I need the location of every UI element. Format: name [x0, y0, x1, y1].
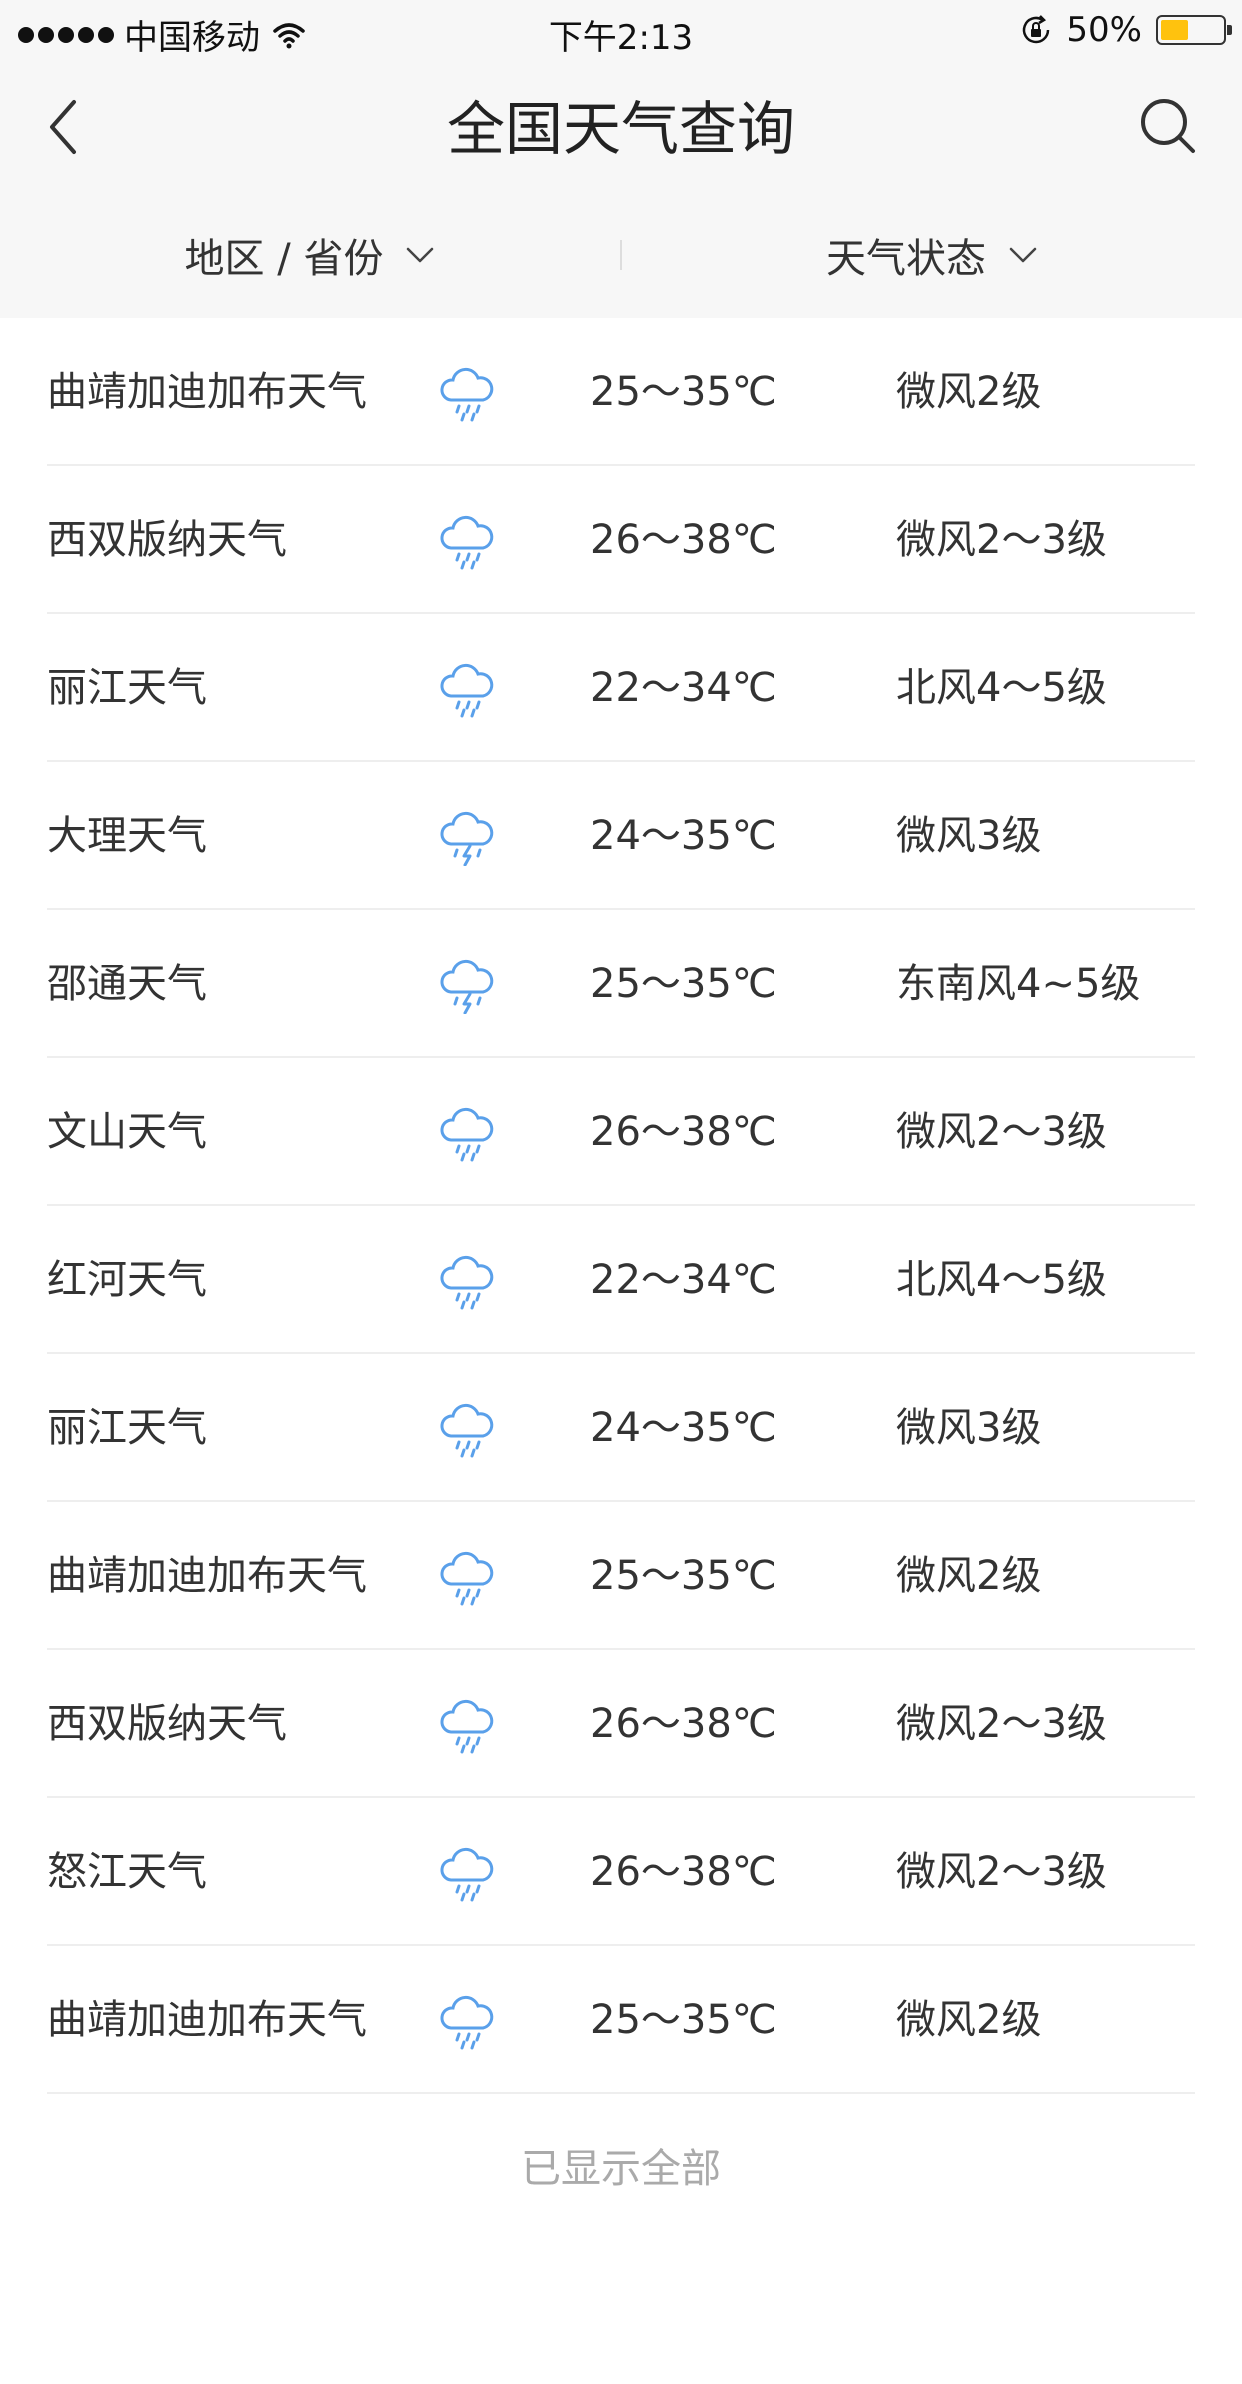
rain-cloud-icon [437, 1990, 497, 2050]
city-name: 红河天气 [47, 1257, 207, 1303]
city-name: 曲靖加迪加布天气 [47, 1997, 367, 2043]
city-name: 怒江天气 [47, 1849, 207, 1895]
rain-cloud-icon [437, 1398, 497, 1458]
temperature-range: 24～35℃ [590, 1405, 777, 1451]
city-name: 邵通天气 [47, 961, 207, 1007]
nav-bar: 全国天气查询 [0, 62, 1242, 192]
temperature-range: 25～35℃ [590, 1997, 777, 2043]
status-bar: 中国移动 下午2:13 50% [0, 0, 1242, 62]
temperature-range: 26～38℃ [590, 1849, 777, 1895]
list-item[interactable]: 西双版纳天气 26～38℃ 微风2～3级 [47, 466, 1195, 614]
city-name: 丽江天气 [47, 1405, 207, 1451]
city-name: 丽江天气 [47, 665, 207, 711]
weather-filter-dropdown[interactable]: 天气状态 [622, 226, 1242, 284]
list-item[interactable]: 西双版纳天气 26～38℃ 微风2～3级 [47, 1650, 1195, 1798]
rain-cloud-icon [437, 1694, 497, 1754]
region-filter-label: 地区 / 省份 [184, 236, 384, 282]
list-item[interactable]: 文山天气 26～38℃ 微风2～3级 [47, 1058, 1195, 1206]
rain-cloud-icon [437, 1250, 497, 1310]
battery-icon [1156, 15, 1232, 45]
temperature-range: 26～38℃ [590, 1701, 777, 1747]
weather-list: 曲靖加迪加布天气 25～35℃ 微风2级 西双版纳天气 26～38℃ 微风2～3… [0, 318, 1242, 2094]
wind-level: 东南风4~5级 [896, 961, 1141, 1007]
rain-cloud-icon [437, 1546, 497, 1606]
city-name: 曲靖加迪加布天气 [47, 369, 367, 415]
filter-bar: 地区 / 省份 天气状态 [0, 192, 1242, 318]
rain-cloud-icon [437, 1842, 497, 1902]
wind-level: 微风3级 [896, 1405, 1042, 1451]
wind-level: 微风2级 [896, 1553, 1042, 1599]
rain-cloud-icon [437, 1102, 497, 1162]
thunderstorm-cloud-icon [437, 806, 497, 866]
list-item[interactable]: 邵通天气 25～35℃ 东南风4~5级 [47, 910, 1195, 1058]
wind-level: 微风3级 [896, 813, 1042, 859]
temperature-range: 26～38℃ [590, 517, 777, 563]
city-name: 文山天气 [47, 1109, 207, 1155]
status-right: 50% [1020, 10, 1232, 50]
wind-level: 微风2～3级 [896, 1849, 1107, 1895]
list-item[interactable]: 大理天气 24～35℃ 微风3级 [47, 762, 1195, 910]
thunderstorm-cloud-icon [437, 954, 497, 1014]
temperature-range: 22～34℃ [590, 665, 777, 711]
wind-level: 微风2级 [896, 369, 1042, 415]
city-name: 曲靖加迪加布天气 [47, 1553, 367, 1599]
city-name: 西双版纳天气 [47, 1701, 287, 1747]
search-icon [1141, 99, 1195, 153]
page-title: 全国天气查询 [446, 95, 795, 163]
list-item[interactable]: 曲靖加迪加布天气 25～35℃ 微风2级 [47, 318, 1195, 466]
temperature-range: 22～34℃ [590, 1257, 777, 1303]
chevron-down-icon [1009, 247, 1037, 263]
wind-level: 微风2～3级 [896, 1701, 1107, 1747]
list-item[interactable]: 怒江天气 26～38℃ 微风2～3级 [47, 1798, 1195, 1946]
wind-level: 北风4～5级 [896, 1257, 1107, 1303]
wind-level: 微风2～3级 [896, 517, 1107, 563]
temperature-range: 24～35℃ [590, 813, 777, 859]
temperature-range: 25～35℃ [590, 1553, 777, 1599]
city-name: 西双版纳天气 [47, 517, 287, 563]
battery-percent: 50% [1066, 10, 1142, 50]
rain-cloud-icon [437, 658, 497, 718]
temperature-range: 25～35℃ [590, 369, 777, 415]
list-item[interactable]: 曲靖加迪加布天气 25～35℃ 微风2级 [47, 1946, 1195, 2094]
temperature-range: 25～35℃ [590, 961, 777, 1007]
wind-level: 微风2～3级 [896, 1109, 1107, 1155]
list-item[interactable]: 丽江天气 22～34℃ 北风4～5级 [47, 614, 1195, 762]
chevron-down-icon [407, 247, 434, 263]
region-filter-dropdown[interactable]: 地区 / 省份 [0, 226, 620, 284]
list-item[interactable]: 红河天气 22～34℃ 北风4～5级 [47, 1206, 1195, 1354]
list-item[interactable]: 丽江天气 24～35℃ 微风3级 [47, 1354, 1195, 1502]
rain-cloud-icon [437, 510, 497, 570]
temperature-range: 26～38℃ [590, 1109, 777, 1155]
list-item[interactable]: 曲靖加迪加布天气 25～35℃ 微风2级 [47, 1502, 1195, 1650]
rotation-lock-icon [1023, 15, 1050, 44]
wind-level: 微风2级 [896, 1997, 1042, 2043]
weather-filter-label: 天气状态 [826, 236, 986, 282]
rain-cloud-icon [437, 362, 497, 422]
wind-level: 北风4～5级 [896, 665, 1107, 711]
search-button[interactable] [1138, 96, 1198, 156]
city-name: 大理天气 [47, 813, 207, 859]
battery-fill [1161, 20, 1188, 40]
list-end-message: 已显示全部 [521, 2146, 721, 2192]
